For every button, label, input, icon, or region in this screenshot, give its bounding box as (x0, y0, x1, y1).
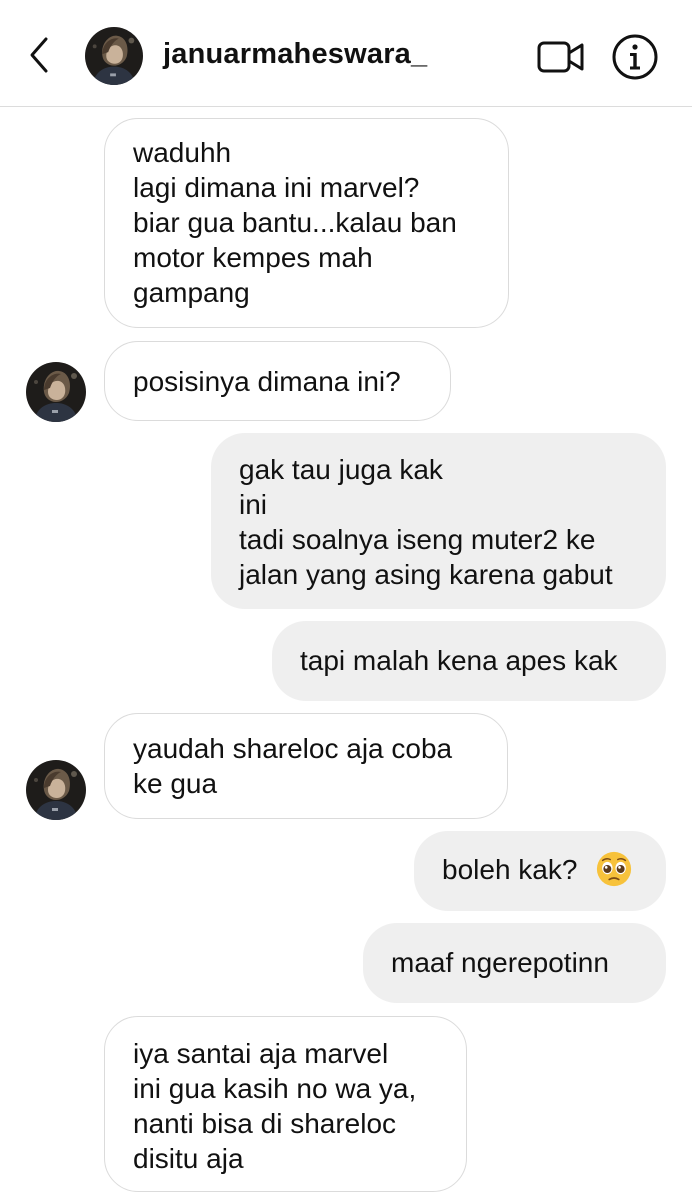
chevron-left-icon[interactable] (24, 35, 56, 75)
message-line: tapi malah kena apes kak (300, 645, 618, 676)
message-line: posisinya dimana ini? (133, 366, 401, 397)
chat-username[interactable]: januarmaheswara_ (163, 38, 427, 71)
message-line: waduhh (133, 137, 232, 168)
message-line: ke gua (133, 768, 218, 799)
message-line: lagi dimana ini marvel? (133, 172, 420, 203)
message-line: boleh kak? (442, 854, 578, 885)
message-line: nanti bisa di shareloc (133, 1108, 397, 1139)
avatar[interactable] (26, 760, 86, 820)
message-line: gampang (133, 277, 250, 308)
video-camera-icon[interactable] (536, 37, 586, 77)
incoming-message[interactable]: waduhh lagi dimana ini marvel? biar gua … (104, 118, 509, 328)
avatar[interactable] (26, 362, 86, 422)
outgoing-message[interactable]: boleh kak? (414, 831, 666, 911)
incoming-message[interactable]: yaudah shareloc aja coba ke gua (104, 713, 508, 819)
chat-header: januarmaheswara_ (0, 0, 692, 107)
message-line: yaudah shareloc aja coba (133, 733, 453, 764)
message-line: biar gua bantu...kalau ban (133, 207, 457, 238)
message-line: ini (239, 489, 268, 520)
message-line: disitu aja (133, 1143, 244, 1174)
message-line: gak tau juga kak (239, 454, 443, 485)
message-line: jalan yang asing karena gabut (239, 559, 613, 590)
incoming-message[interactable]: iya santai aja marvel ini gua kasih no w… (104, 1016, 467, 1192)
message-line: maaf ngerepotinn (391, 947, 609, 978)
outgoing-message[interactable]: tapi malah kena apes kak (272, 621, 666, 701)
message-line: tadi soalnya iseng muter2 ke (239, 524, 596, 555)
info-icon[interactable] (611, 33, 659, 81)
outgoing-message[interactable]: gak tau juga kak ini tadi soalnya iseng … (211, 433, 666, 609)
message-line: iya santai aja marvel (133, 1038, 389, 1069)
message-line: motor kempes mah (133, 242, 373, 273)
pleading-face-emoji-icon (597, 851, 632, 886)
outgoing-message[interactable]: maaf ngerepotinn (363, 923, 666, 1003)
incoming-message[interactable]: posisinya dimana ini? (104, 341, 451, 421)
message-line: ini gua kasih no wa ya, (133, 1073, 417, 1104)
avatar[interactable] (85, 27, 143, 85)
